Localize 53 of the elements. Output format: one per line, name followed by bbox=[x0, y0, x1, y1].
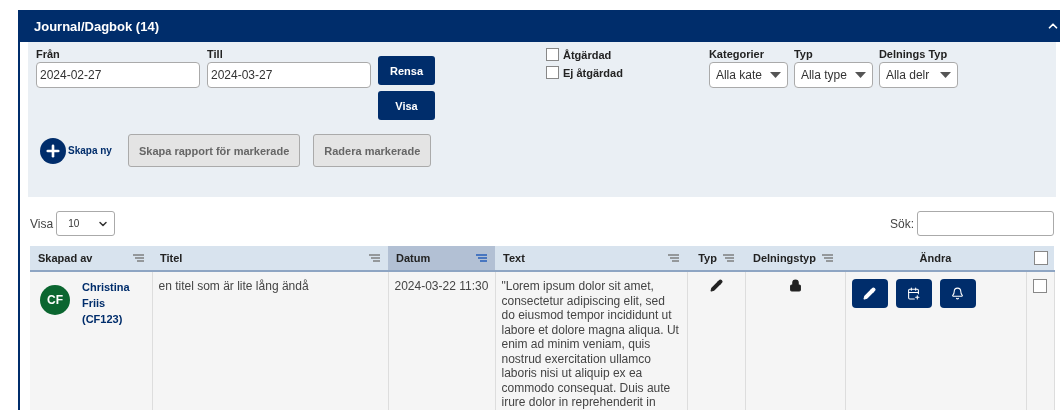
column-header[interactable]: Skapad av bbox=[30, 246, 152, 271]
sort-icon[interactable] bbox=[668, 254, 679, 262]
checkbox[interactable] bbox=[546, 48, 559, 61]
reminder-button[interactable] bbox=[939, 279, 976, 308]
sort-icon[interactable] bbox=[722, 254, 734, 262]
caret-icon bbox=[854, 72, 866, 78]
row-checkbox[interactable] bbox=[1032, 279, 1047, 293]
field-label: Till bbox=[207, 48, 224, 60]
table-cell: "Lorem ipsum dolor sit amet, consectetur adipiscing elit, sed do eiusmod tempor incididunt ut labore et dolore magna aliqua. Ut enim ad minim veniam, quis nostrud exercitation ullamco laboris nisi ut aliquip ex ea commodo consequat. Duis aute irure dolor in reprehenderit in bbox=[495, 271, 687, 410]
checkbox[interactable] bbox=[546, 66, 559, 79]
checkbox-label: Ej åtgärdad bbox=[563, 66, 623, 79]
table-cell: en titel som är lite lång ändå bbox=[152, 271, 388, 410]
lock-icon bbox=[788, 279, 802, 292]
page-size-dropdown[interactable]: 10 bbox=[56, 211, 116, 236]
field-label: Kategorier bbox=[708, 48, 765, 60]
show-button[interactable]: Visa bbox=[378, 91, 435, 120]
create-button[interactable]: Skapa ny bbox=[36, 137, 112, 164]
panel-title: Journal/Dagbok (14) bbox=[34, 18, 159, 34]
dropdown[interactable]: Alla type bbox=[793, 62, 873, 88]
clear-button[interactable]: Rensa bbox=[378, 56, 435, 85]
pencil-icon bbox=[709, 279, 723, 292]
select-all-checkbox[interactable] bbox=[1034, 251, 1048, 265]
sort-icon[interactable] bbox=[133, 254, 144, 262]
calendar-plus-icon bbox=[907, 287, 920, 300]
sort-icon[interactable] bbox=[821, 254, 833, 262]
search-label: Sök: bbox=[890, 216, 914, 231]
column-header[interactable]: Ändra bbox=[845, 246, 1026, 271]
author-link[interactable]: Christina Friis (CF123) bbox=[82, 279, 142, 327]
field-label: Typ bbox=[793, 48, 814, 60]
sort-icon[interactable] bbox=[369, 254, 380, 262]
date-field[interactable]: 2024-03-27 bbox=[207, 62, 371, 88]
column-header[interactable]: Titel bbox=[152, 246, 388, 271]
search-field[interactable] bbox=[917, 211, 1054, 236]
field-label: Delnings Typ bbox=[878, 48, 949, 60]
column-header[interactable]: Datum bbox=[388, 246, 495, 271]
avatar: CF bbox=[40, 285, 70, 315]
date-field[interactable]: 2024-02-27 bbox=[36, 62, 200, 88]
page-size-label: Visa bbox=[30, 216, 54, 231]
sort-active-icon[interactable] bbox=[476, 254, 487, 262]
column-header[interactable]: Typ bbox=[687, 246, 745, 271]
field-label: Från bbox=[36, 48, 61, 60]
checkbox-label: Åtgärdad bbox=[563, 48, 612, 61]
dropdown[interactable]: Alla kate bbox=[708, 62, 788, 88]
edit-button[interactable] bbox=[851, 279, 888, 308]
dropdown[interactable]: Alla delr bbox=[878, 62, 958, 88]
column-header[interactable]: Delningstyp bbox=[745, 246, 845, 271]
bell-icon bbox=[951, 287, 964, 300]
column-header[interactable]: Text bbox=[495, 246, 687, 271]
caret-icon bbox=[939, 72, 951, 78]
pencil-icon bbox=[863, 287, 876, 300]
table-cell: 2024-03-22 11:30 bbox=[388, 271, 495, 410]
caret-icon bbox=[769, 72, 781, 78]
add-note-button[interactable] bbox=[895, 279, 932, 308]
